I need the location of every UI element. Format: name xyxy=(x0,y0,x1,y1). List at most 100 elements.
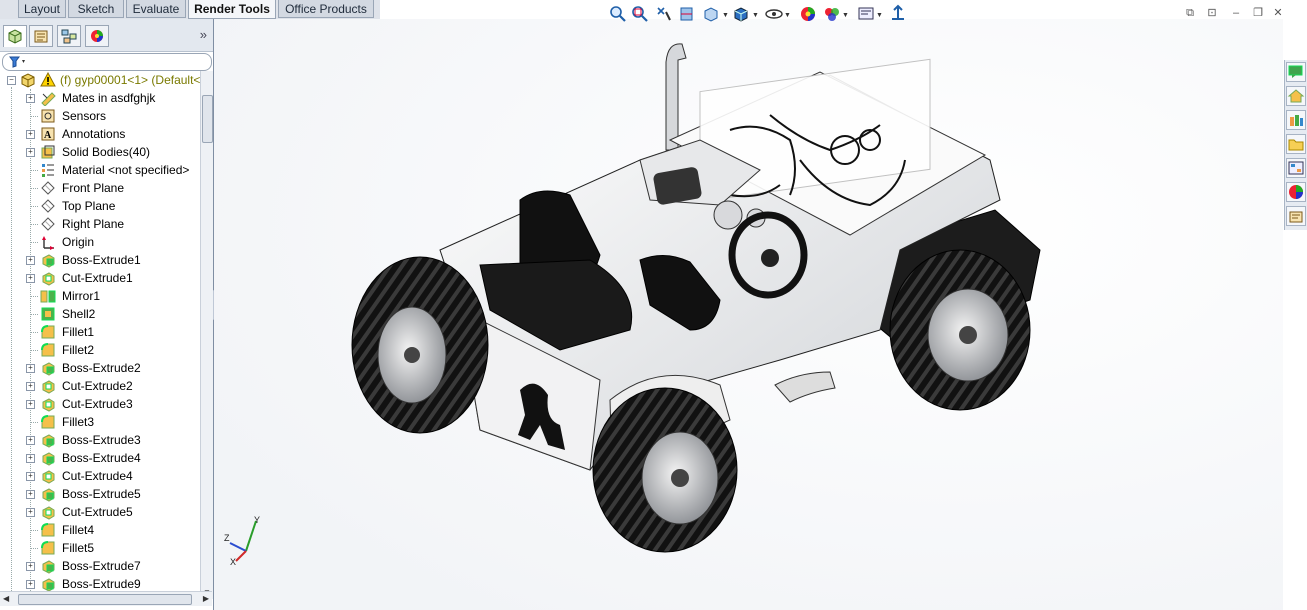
tree-item[interactable]: Fillet5 xyxy=(0,539,200,557)
tree-item[interactable]: Fillet4 xyxy=(0,521,200,539)
expand-node-icon[interactable]: + xyxy=(26,562,35,571)
tree-item[interactable]: + Boss-Extrude5 xyxy=(0,485,200,503)
solid-bodies-icon xyxy=(41,145,55,159)
tree-item[interactable]: + Cut-Extrude2 xyxy=(0,377,200,395)
expand-node-icon[interactable]: + xyxy=(26,256,35,265)
apply-scene-icon[interactable] xyxy=(822,4,842,24)
fillet-icon xyxy=(41,523,55,537)
view-orientation-icon[interactable] xyxy=(702,4,722,24)
tp-home[interactable] xyxy=(1286,86,1306,106)
hide-show-items-icon[interactable] xyxy=(764,4,784,24)
scroll-right-icon[interactable]: ▶ xyxy=(203,594,209,603)
tree-item[interactable]: + A Annotations xyxy=(0,125,200,143)
display-style-icon[interactable] xyxy=(732,4,752,24)
tree-item[interactable]: + Boss-Extrude7 xyxy=(0,557,200,575)
zoom-to-fit-icon[interactable] xyxy=(608,4,628,24)
expand-node-icon[interactable]: + xyxy=(26,94,35,103)
tp-custom-properties[interactable] xyxy=(1286,206,1306,226)
configuration-manager-tab[interactable] xyxy=(57,25,81,47)
cut-extrude-icon xyxy=(42,470,55,484)
tree-item[interactable]: + Cut-Extrude1 xyxy=(0,269,200,287)
tree-root[interactable]: − (f) gyp00001<1> (Default< ▲ xyxy=(0,71,200,89)
triad-x-label: X xyxy=(230,557,236,567)
hide-show-dropdown-icon[interactable]: ▼ xyxy=(784,12,791,19)
tp-file-explorer[interactable] xyxy=(1286,134,1306,154)
property-manager-tab[interactable] xyxy=(29,25,53,47)
edit-appearance-icon[interactable] xyxy=(798,4,818,24)
expand-node-icon[interactable]: + xyxy=(26,364,35,373)
tree-item[interactable]: Shell2 xyxy=(0,305,200,323)
realview-icon[interactable] xyxy=(888,4,908,24)
expand-panel-icon[interactable]: » xyxy=(200,27,207,42)
expand-node-icon[interactable]: + xyxy=(26,274,35,283)
close-icon[interactable]: ✕ xyxy=(1271,6,1285,20)
expand-node-icon[interactable]: + xyxy=(26,490,35,499)
tree-item[interactable]: Top Plane xyxy=(0,197,200,215)
view-settings-dropdown-icon[interactable]: ▼ xyxy=(876,12,883,19)
tree-horizontal-scrollbar[interactable]: ◀ ▶ xyxy=(0,591,212,606)
tree-item[interactable]: Front Plane xyxy=(0,179,200,197)
expand-node-icon[interactable]: + xyxy=(26,382,35,391)
tree-item[interactable]: + Boss-Extrude9 xyxy=(0,575,200,591)
expand-node-icon[interactable]: + xyxy=(26,454,35,463)
horizontal-scroll-thumb[interactable] xyxy=(18,594,192,605)
tab-evaluate[interactable]: Evaluate xyxy=(126,0,186,18)
tab-office-products[interactable]: Office Products xyxy=(278,0,374,18)
tree-item[interactable]: Fillet1 xyxy=(0,323,200,341)
tree-item[interactable]: + Mates in asdfghjk xyxy=(0,89,200,107)
tree-item-label: Origin xyxy=(62,235,95,249)
display-style-dropdown-icon[interactable]: ▼ xyxy=(752,12,759,19)
tp-resources[interactable] xyxy=(1286,62,1306,82)
tree-item[interactable]: Material <not specified> xyxy=(0,161,200,179)
boss-extrude-icon xyxy=(42,254,55,268)
tree-item[interactable]: Fillet2 xyxy=(0,341,200,359)
tp-view-palette[interactable] xyxy=(1286,158,1306,178)
minimize-icon[interactable]: – xyxy=(1229,6,1243,20)
window-controls: ⧉ ⊡ – ❐ ✕ xyxy=(1183,6,1283,22)
vertical-scroll-thumb[interactable] xyxy=(202,95,213,143)
tree-item[interactable]: + Boss-Extrude2 xyxy=(0,359,200,377)
tree-item[interactable]: + Cut-Extrude4 xyxy=(0,467,200,485)
expand-node-icon[interactable]: + xyxy=(26,472,35,481)
tree-item[interactable]: + Boss-Extrude1 xyxy=(0,251,200,269)
feature-manager-panel: » − (f) gyp00001<1> (Default< ▲ + Mates i… xyxy=(0,19,214,610)
tile-vertical-icon[interactable]: ⊡ xyxy=(1205,6,1219,20)
appearance-manager-tab[interactable] xyxy=(85,25,109,47)
tree-item[interactable]: Origin xyxy=(0,233,200,251)
tree-item[interactable]: Sensors xyxy=(0,107,200,125)
tab-render-tools[interactable]: Render Tools xyxy=(188,0,276,19)
tp-appearances[interactable] xyxy=(1286,182,1306,202)
expand-node-icon[interactable]: + xyxy=(26,130,35,139)
tree-item[interactable]: Mirror1 xyxy=(0,287,200,305)
tree-item[interactable]: + Boss-Extrude3 xyxy=(0,431,200,449)
view-settings-icon[interactable] xyxy=(856,4,876,24)
expand-node-icon[interactable]: + xyxy=(26,580,35,589)
feature-manager-tab[interactable] xyxy=(3,25,27,47)
zoom-to-area-icon[interactable] xyxy=(630,4,650,24)
expand-node-icon[interactable]: + xyxy=(26,508,35,517)
tree-item[interactable]: Fillet3 xyxy=(0,413,200,431)
expand-node-icon[interactable]: + xyxy=(26,148,35,157)
previous-view-icon[interactable] xyxy=(654,4,674,24)
tile-horizontal-icon[interactable]: ⧉ xyxy=(1183,6,1197,20)
tree-item[interactable]: + Boss-Extrude4 xyxy=(0,449,200,467)
apply-scene-dropdown-icon[interactable]: ▼ xyxy=(842,12,849,19)
shell-icon xyxy=(41,307,55,321)
tree-item[interactable]: + Cut-Extrude3 xyxy=(0,395,200,413)
tree-item[interactable]: Right Plane xyxy=(0,215,200,233)
view-orientation-dropdown-icon[interactable]: ▼ xyxy=(722,12,729,19)
tree-filter[interactable] xyxy=(2,53,212,71)
tp-design-library[interactable] xyxy=(1286,110,1306,130)
tab-layout[interactable]: Layout xyxy=(18,0,66,18)
expand-node-icon[interactable]: + xyxy=(26,400,35,409)
section-view-icon[interactable] xyxy=(678,4,698,24)
tree-vertical-scrollbar[interactable]: ▼ xyxy=(200,71,213,599)
restore-icon[interactable]: ❐ xyxy=(1251,6,1265,20)
tree-item[interactable]: + Solid Bodies(40) xyxy=(0,143,200,161)
graphics-viewport[interactable] xyxy=(214,19,1283,610)
scroll-left-icon[interactable]: ◀ xyxy=(3,594,9,603)
triad-y-label: Y xyxy=(254,515,260,525)
expand-node-icon[interactable]: + xyxy=(26,436,35,445)
tab-sketch[interactable]: Sketch xyxy=(68,0,124,18)
tree-item[interactable]: + Cut-Extrude5 xyxy=(0,503,200,521)
